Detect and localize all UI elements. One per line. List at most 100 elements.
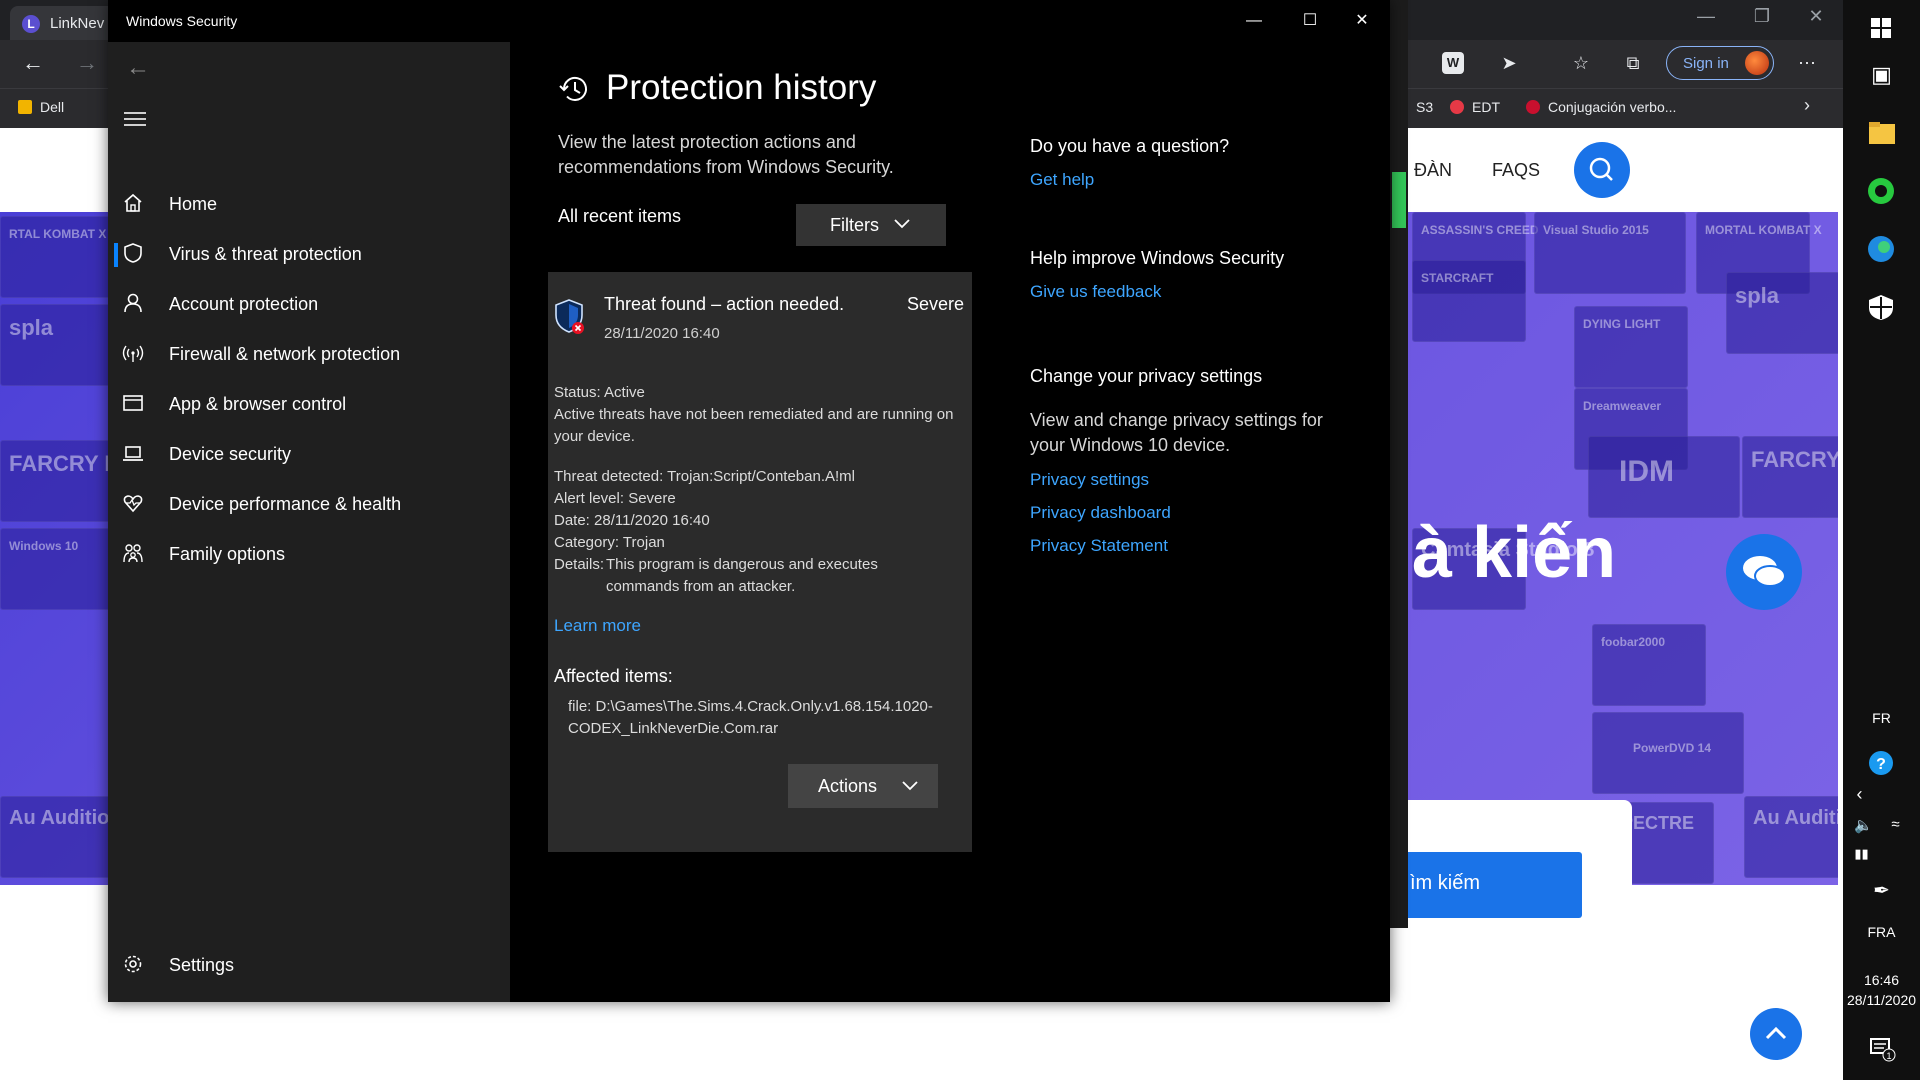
sidebar-item-family-options[interactable]: Family options [108,531,510,577]
chevron-down-icon [902,781,918,791]
heart-icon [123,495,143,513]
back-button[interactable]: ← [122,52,154,84]
window-edge [1390,0,1408,928]
sign-in-label: Sign in [1683,55,1729,72]
software-tile[interactable]: FARCRY PRIMAL [1742,436,1838,518]
sidebar-item-device-security[interactable]: Device security [108,431,510,477]
keyboard-layout-indicator[interactable]: FRA [1843,924,1920,940]
start-button[interactable] [1843,12,1920,47]
sidebar-item-label: App & browser control [169,394,347,414]
clock-date[interactable]: 28/11/2020 [1843,992,1920,1008]
input-language-indicator[interactable]: FR [1843,710,1920,726]
threat-card[interactable]: Threat found – action needed. 28/11/2020… [548,272,972,852]
page-description: View the latest protection actions and r… [558,132,894,177]
window-titlebar[interactable]: Windows Security — ☐ ✕ [108,0,1390,42]
extension-w-icon[interactable]: W [1442,52,1464,74]
affected-file-path: file: D:\Games\The.Sims.4.Crack.Only.v1.… [568,698,933,737]
site-nav-item-dan[interactable]: ĐÀN [1414,160,1452,181]
software-tile[interactable]: Windows 10 [0,528,114,610]
software-tile[interactable]: RTAL KOMBAT X [0,216,114,298]
show-hidden-icons-chevron-icon[interactable]: ‹ [1821,784,1898,805]
software-tile[interactable]: FARCRY PRIMAL [0,440,189,522]
maximize-button[interactable]: ☐ [1282,0,1338,42]
side-tab[interactable] [1392,172,1406,228]
privacy-settings-link[interactable]: Privacy settings [1030,470,1149,490]
browser-tab[interactable]: L LinkNev [10,6,120,40]
file-explorer-icon[interactable] [1843,118,1920,153]
profile-avatar [1745,51,1769,75]
bookmark-conjugacion[interactable]: Conjugación verbo... [1526,99,1676,115]
software-tile[interactable]: Visual Studio 2015 [1534,212,1686,294]
sidebar-item-settings[interactable]: Settings [108,942,510,988]
software-tile[interactable]: spla [1726,272,1838,354]
spotify-like-app-icon[interactable] [1843,176,1920,211]
close-button[interactable]: ✕ [1334,0,1390,42]
sidebar-item-label: Device security [169,444,292,464]
threat-status-detail: Active threats have not been remediated … [554,406,954,445]
windows-security-taskbar-icon[interactable] [1843,292,1920,327]
close-icon: ✕ [1355,12,1369,29]
sidebar-item-label: Settings [169,955,235,975]
threat-category: Category: Trojan [554,534,665,551]
task-view-icon[interactable]: ▣ [1843,62,1920,88]
sidebar-item-virus-threat-protection[interactable]: Virus & threat protection [108,231,510,277]
software-tile[interactable]: spla [0,304,114,386]
software-tile[interactable]: STARCRAFT [1412,260,1526,342]
site-favicon-icon: L [22,15,40,33]
bookmarks-more-icon[interactable]: › [1804,95,1810,116]
learn-more-link[interactable]: Learn more [554,616,641,636]
software-tile[interactable]: DYING LIGHT [1574,306,1688,388]
help-icon[interactable]: ? [1843,748,1920,783]
collections-icon[interactable]: ⧉ [1622,52,1644,74]
bookmark-edt[interactable]: EDT [1450,99,1500,115]
sidebar-item-firewall-network[interactable]: Firewall & network protection [108,331,510,377]
person-icon [124,293,142,313]
software-tile[interactable]: IDM [1588,436,1740,518]
notification-icon: 1 [1870,1038,1896,1062]
sidebar-item-label: Firewall & network protection [169,344,401,364]
action-center-button[interactable]: 1 [1843,1034,1920,1069]
hamburger-menu-icon[interactable] [124,112,146,132]
software-tile[interactable]: Au Audition [0,796,122,878]
bookmark-dell[interactable]: Dell [18,99,64,115]
give-feedback-link[interactable]: Give us feedback [1030,282,1161,302]
battery-icon[interactable]: ▮▮ [1823,846,1900,862]
minimize-button[interactable]: — [1226,0,1282,42]
family-icon [123,544,143,563]
sidebar-item-account-protection[interactable]: Account protection [108,281,510,327]
site-nav-item-faqs[interactable]: FAQS [1492,160,1540,181]
threat-severity: Severe [906,294,964,314]
maximize-icon: ☐ [1302,12,1318,29]
sidebar-item-device-performance-health[interactable]: Device performance & health [108,481,510,527]
software-tile[interactable]: foobar2000 [1592,624,1706,706]
software-tile[interactable]: Au Audition [1744,796,1838,878]
chevron-down-icon [894,219,910,229]
extension-cursor-icon[interactable]: ➤ [1498,52,1520,74]
privacy-statement-link[interactable]: Privacy Statement [1030,536,1168,556]
sidebar-item-home[interactable]: Home [108,181,510,227]
pen-icon[interactable]: ✒ [1843,878,1920,903]
actions-label: Actions [818,776,878,796]
browser-close-icon[interactable]: ✕ [1796,6,1836,27]
browser-forward-icon[interactable]: → [76,50,98,76]
browser-back-icon[interactable]: ← [22,50,44,76]
wifi-icon[interactable]: ≈ [1857,816,1920,833]
browser-menu-icon[interactable]: ⋯ [1796,52,1818,74]
site-search-button[interactable] [1574,142,1630,198]
get-help-link[interactable]: Get help [1030,170,1094,190]
sign-in-button[interactable]: Sign in [1666,46,1774,80]
hero-heading: à kiến [1412,513,1617,593]
clock-time[interactable]: 16:46 [1843,972,1920,988]
actions-dropdown-button[interactable]: Actions [788,764,938,808]
edge-browser-icon[interactable] [1843,234,1920,269]
scroll-to-top-button[interactable] [1750,1008,1802,1060]
chat-button[interactable] [1726,534,1802,610]
software-tile[interactable]: PowerDVD 14 [1592,712,1744,794]
sidebar-item-app-browser-control[interactable]: App & browser control [108,381,510,427]
privacy-dashboard-link[interactable]: Privacy dashboard [1030,503,1171,523]
browser-restore-icon[interactable]: ❐ [1742,6,1782,27]
search-submit-button[interactable]: ìm kiếm [1400,852,1582,918]
favorites-icon[interactable]: ☆ [1570,52,1592,74]
filters-dropdown-button[interactable]: Filters [796,204,946,246]
browser-minimize-icon[interactable]: — [1686,6,1726,27]
